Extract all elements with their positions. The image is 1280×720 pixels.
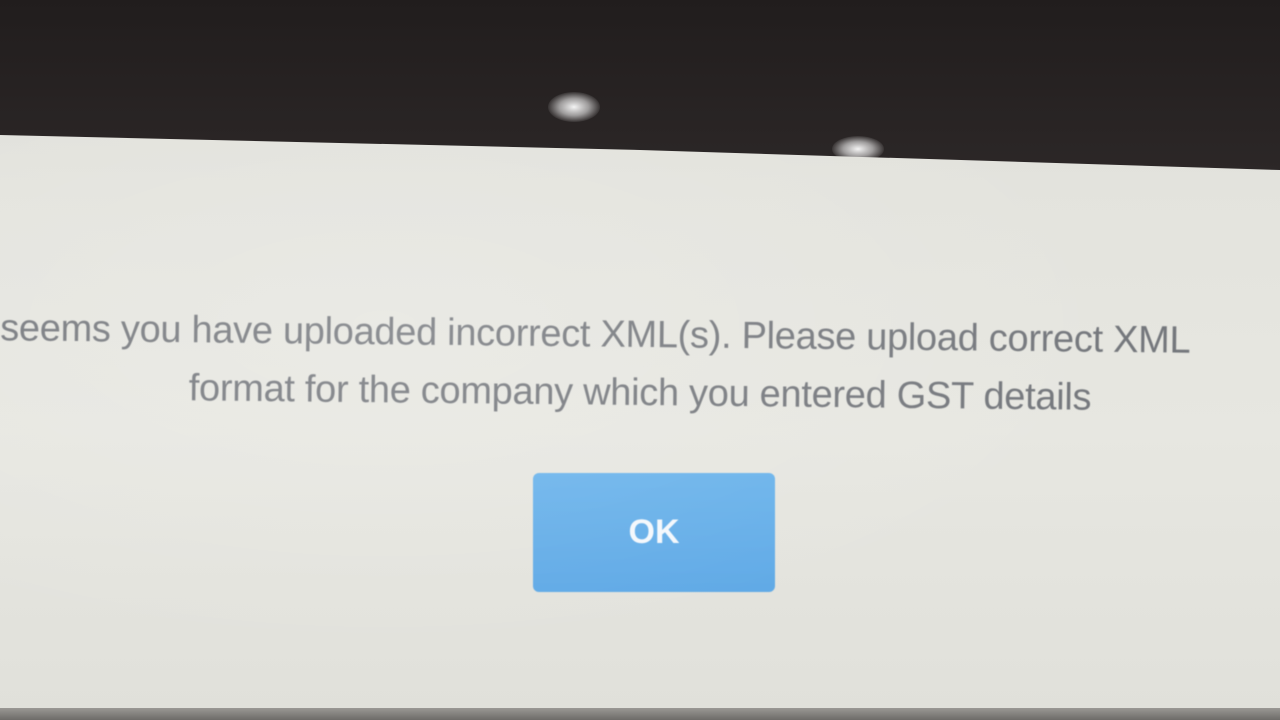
ok-button[interactable]: OK [533, 473, 775, 592]
error-message-line-2: format for the company which you entered… [188, 367, 1092, 419]
error-message: t seems you have uploaded incorrect XML(… [0, 306, 1280, 422]
screen-bezel-edge [0, 708, 1280, 720]
error-dialog: t seems you have uploaded incorrect XML(… [0, 135, 1280, 720]
photo-scene: t seems you have uploaded incorrect XML(… [0, 0, 1280, 720]
light-reflection [548, 92, 600, 122]
